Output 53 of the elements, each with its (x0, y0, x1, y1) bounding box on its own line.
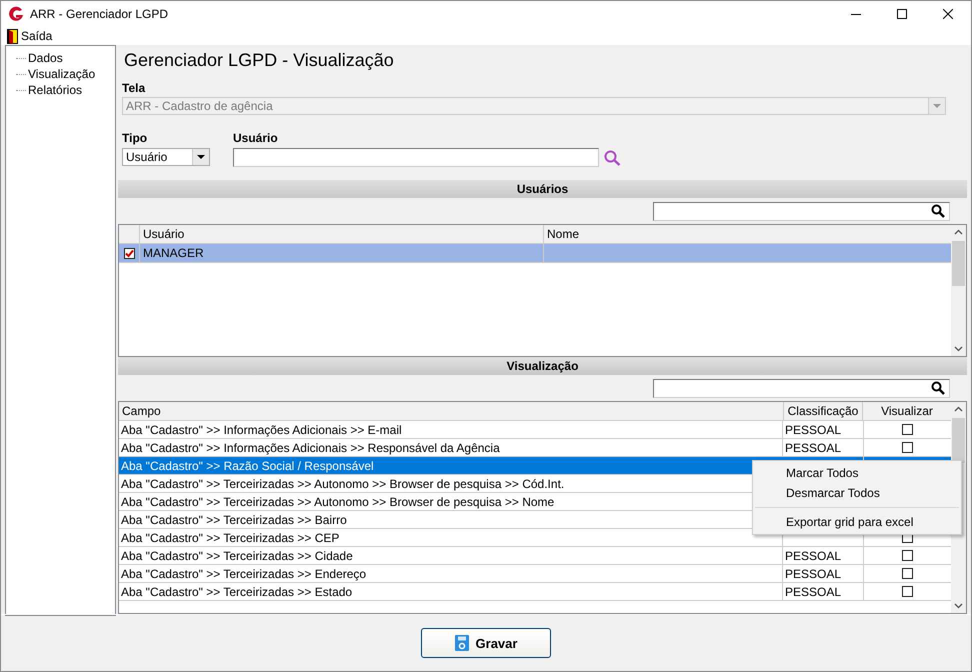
scroll-up-icon[interactable] (954, 406, 963, 412)
section-header: Usuários (118, 180, 967, 198)
table-cell[interactable]: Aba "Cadastro" >> Terceirizadas >> Endereço (119, 565, 783, 582)
scroll-down-icon[interactable] (954, 346, 963, 352)
scrollbar[interactable] (951, 225, 966, 356)
type-dropdown[interactable]: Usuário (122, 148, 210, 166)
tree-item[interactable]: Visualização (28, 67, 96, 81)
scroll-down-icon[interactable] (954, 603, 963, 609)
save-button[interactable]: Gravar (421, 628, 551, 658)
search-icon[interactable] (931, 381, 945, 395)
field-label: Tela (122, 81, 146, 95)
table-cell[interactable]: Aba "Cadastro" >> Terceirizadas >> Cidade (119, 547, 783, 564)
close-icon[interactable] (943, 9, 953, 19)
visualizar-checkbox[interactable] (902, 424, 913, 435)
visualizar-checkbox[interactable] (902, 442, 913, 453)
dropdown-arrow-icon[interactable] (197, 154, 205, 160)
table-cell[interactable]: Aba "Cadastro" >> Informações Adicionais >> E-mail (119, 421, 783, 438)
page-heading: Gerenciador LGPD - Visualização (123, 49, 395, 71)
visualizar-checkbox[interactable] (902, 568, 913, 579)
table-cell: PESSOAL (785, 548, 842, 562)
user-input[interactable] (233, 148, 599, 167)
column-header[interactable]: Campo (119, 402, 784, 420)
tree-item[interactable]: Dados (28, 51, 63, 65)
door-icon (7, 28, 18, 44)
search-field[interactable] (653, 378, 950, 398)
app-logo-icon (8, 6, 24, 22)
column-header[interactable]: Visualizar (863, 402, 951, 420)
menu-item[interactable]: Saída (21, 29, 52, 43)
column-header[interactable]: Usuário (140, 225, 544, 243)
field-label: Tipo (122, 131, 148, 145)
table-cell[interactable]: Aba "Cadastro" >> Informações Adicionais >> Responsável da Agência (119, 439, 783, 456)
table-cell: MANAGER (140, 244, 544, 262)
section-header: Visualização (118, 357, 967, 375)
visualizar-checkbox[interactable] (902, 586, 913, 597)
table-cell: PESSOAL (785, 584, 842, 598)
search-field[interactable] (653, 202, 950, 220)
table-row[interactable]: MANAGER (119, 244, 951, 263)
scroll-thumb[interactable] (952, 241, 965, 286)
search-icon[interactable] (931, 204, 945, 218)
column-header[interactable]: Classificação (784, 402, 863, 420)
table-cell: PESSOAL (785, 422, 842, 436)
table-cell: PESSOAL (785, 440, 842, 454)
window-title: ARR - Gerenciador LGPD (30, 7, 170, 21)
field-label: Usuário (233, 131, 279, 145)
table-cell: PESSOAL (785, 566, 842, 580)
tree-item[interactable]: Relatórios (28, 83, 82, 97)
row-checkbox[interactable] (124, 248, 134, 258)
table-cell[interactable]: Aba "Cadastro" >> Terceirizadas >> Estado (119, 583, 783, 600)
maximize-icon[interactable] (897, 9, 907, 19)
visualizar-checkbox[interactable] (902, 550, 913, 561)
column-header[interactable]: Nome (544, 225, 951, 243)
scroll-thumb[interactable] (952, 418, 965, 463)
scroll-up-icon[interactable] (954, 229, 963, 235)
